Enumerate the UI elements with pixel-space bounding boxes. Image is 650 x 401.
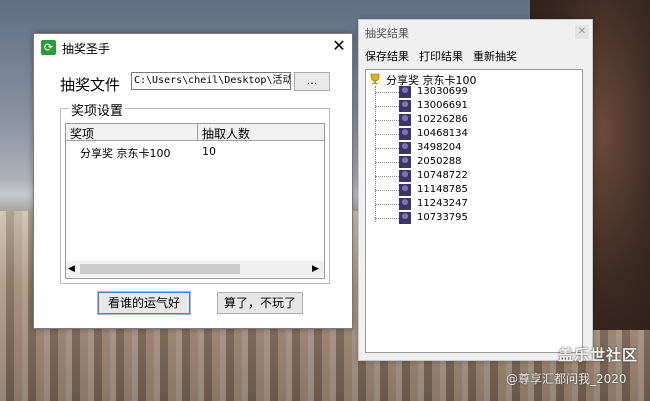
winner-icon bbox=[399, 156, 411, 168]
horizontal-scrollbar[interactable]: ◀ ▶ bbox=[66, 261, 324, 277]
winner-icon bbox=[399, 198, 411, 210]
winner-icon bbox=[399, 100, 411, 112]
tree-node[interactable]: 10468134 bbox=[375, 127, 575, 141]
menu-save-results[interactable]: 保存结果 bbox=[365, 48, 409, 64]
file-path-field[interactable]: C:\Users\cheil\Desktop\活动抽 bbox=[131, 72, 291, 90]
watermark-user: @尊享汇都问我_2020 bbox=[506, 372, 627, 386]
winner-icon bbox=[399, 142, 411, 154]
winner-id: 10468134 bbox=[417, 128, 468, 139]
window-title: 抽奖圣手 bbox=[62, 42, 111, 56]
table-header: 奖项 抽取人数 bbox=[66, 124, 324, 141]
results-title: 抽奖结果 bbox=[365, 27, 409, 40]
quit-button[interactable]: 算了，不玩了 bbox=[217, 292, 303, 314]
trophy-icon bbox=[370, 73, 380, 84]
results-window: 抽奖结果 ✕ 保存结果 打印结果 重新抽奖 分享奖 京东卡100 1303069… bbox=[358, 19, 593, 361]
menu-bar: 保存结果 打印结果 重新抽奖 bbox=[359, 46, 592, 64]
winner-id: 10226286 bbox=[417, 114, 468, 125]
winner-icon bbox=[399, 86, 411, 98]
scroll-right-icon[interactable]: ▶ bbox=[312, 264, 319, 274]
app-icon: ⟳ bbox=[41, 40, 56, 55]
winner-icon bbox=[399, 114, 411, 126]
menu-print-results[interactable]: 打印结果 bbox=[419, 48, 463, 64]
results-tree: 分享奖 京东卡100 13030699 13006691 10226286 10… bbox=[365, 69, 583, 353]
table-cell-count[interactable]: 10 bbox=[202, 145, 216, 158]
column-divider[interactable] bbox=[197, 124, 198, 140]
draw-button[interactable]: 看谁的运气好 bbox=[97, 291, 191, 315]
scrollbar-thumb[interactable] bbox=[80, 264, 240, 274]
winner-id: 10733795 bbox=[417, 212, 468, 223]
tree-node[interactable]: 13006691 bbox=[375, 99, 575, 113]
tree-node[interactable]: 11243247 bbox=[375, 197, 575, 211]
winner-id: 13006691 bbox=[417, 100, 468, 111]
lottery-window: ⟳ 抽奖圣手 ✕ 抽奖文件 C:\Users\cheil\Desktop\活动抽… bbox=[33, 33, 353, 329]
winner-id: 3498204 bbox=[417, 142, 462, 153]
browse-button[interactable]: ... bbox=[294, 72, 330, 91]
close-icon[interactable]: ✕ bbox=[330, 37, 348, 55]
tree-node[interactable]: 10748722 bbox=[375, 169, 575, 183]
file-label: 抽奖文件 bbox=[60, 76, 121, 94]
tree-node[interactable]: 2050288 bbox=[375, 155, 575, 169]
watermark-site: 盖乐世社区 bbox=[558, 346, 639, 364]
column-header-count[interactable]: 抽取人数 bbox=[202, 125, 250, 142]
winner-id: 13030699 bbox=[417, 86, 468, 97]
tree-node[interactable]: 11148785 bbox=[375, 183, 575, 197]
winner-id: 11148785 bbox=[417, 184, 468, 195]
close-icon[interactable]: ✕ bbox=[575, 25, 589, 39]
winner-icon bbox=[399, 184, 411, 196]
winner-id: 2050288 bbox=[417, 156, 462, 167]
prize-settings-group: 奖项设置 奖项 抽取人数 分享奖 京东卡100 10 ◀ ▶ bbox=[60, 100, 330, 284]
group-title: 奖项设置 bbox=[69, 100, 126, 119]
winner-icon bbox=[399, 212, 411, 224]
prize-table: 奖项 抽取人数 分享奖 京东卡100 10 ◀ ▶ bbox=[65, 123, 325, 279]
winner-id: 11243247 bbox=[417, 198, 468, 209]
tree-node[interactable]: 3498204 bbox=[375, 141, 575, 155]
winner-id: 10748722 bbox=[417, 170, 468, 181]
tree-node[interactable]: 10733795 bbox=[375, 211, 575, 225]
title-bar: ⟳ 抽奖圣手 ✕ bbox=[34, 34, 352, 60]
tree-node[interactable]: 10226286 bbox=[375, 113, 575, 127]
table-cell-prize[interactable]: 分享奖 京东卡100 bbox=[80, 145, 171, 161]
tree-node[interactable]: 13030699 bbox=[375, 85, 575, 99]
winner-icon bbox=[399, 170, 411, 182]
column-header-prize[interactable]: 奖项 bbox=[70, 125, 94, 142]
scroll-left-icon[interactable]: ◀ bbox=[68, 264, 75, 274]
menu-redraw[interactable]: 重新抽奖 bbox=[473, 48, 517, 64]
winner-icon bbox=[399, 128, 411, 140]
